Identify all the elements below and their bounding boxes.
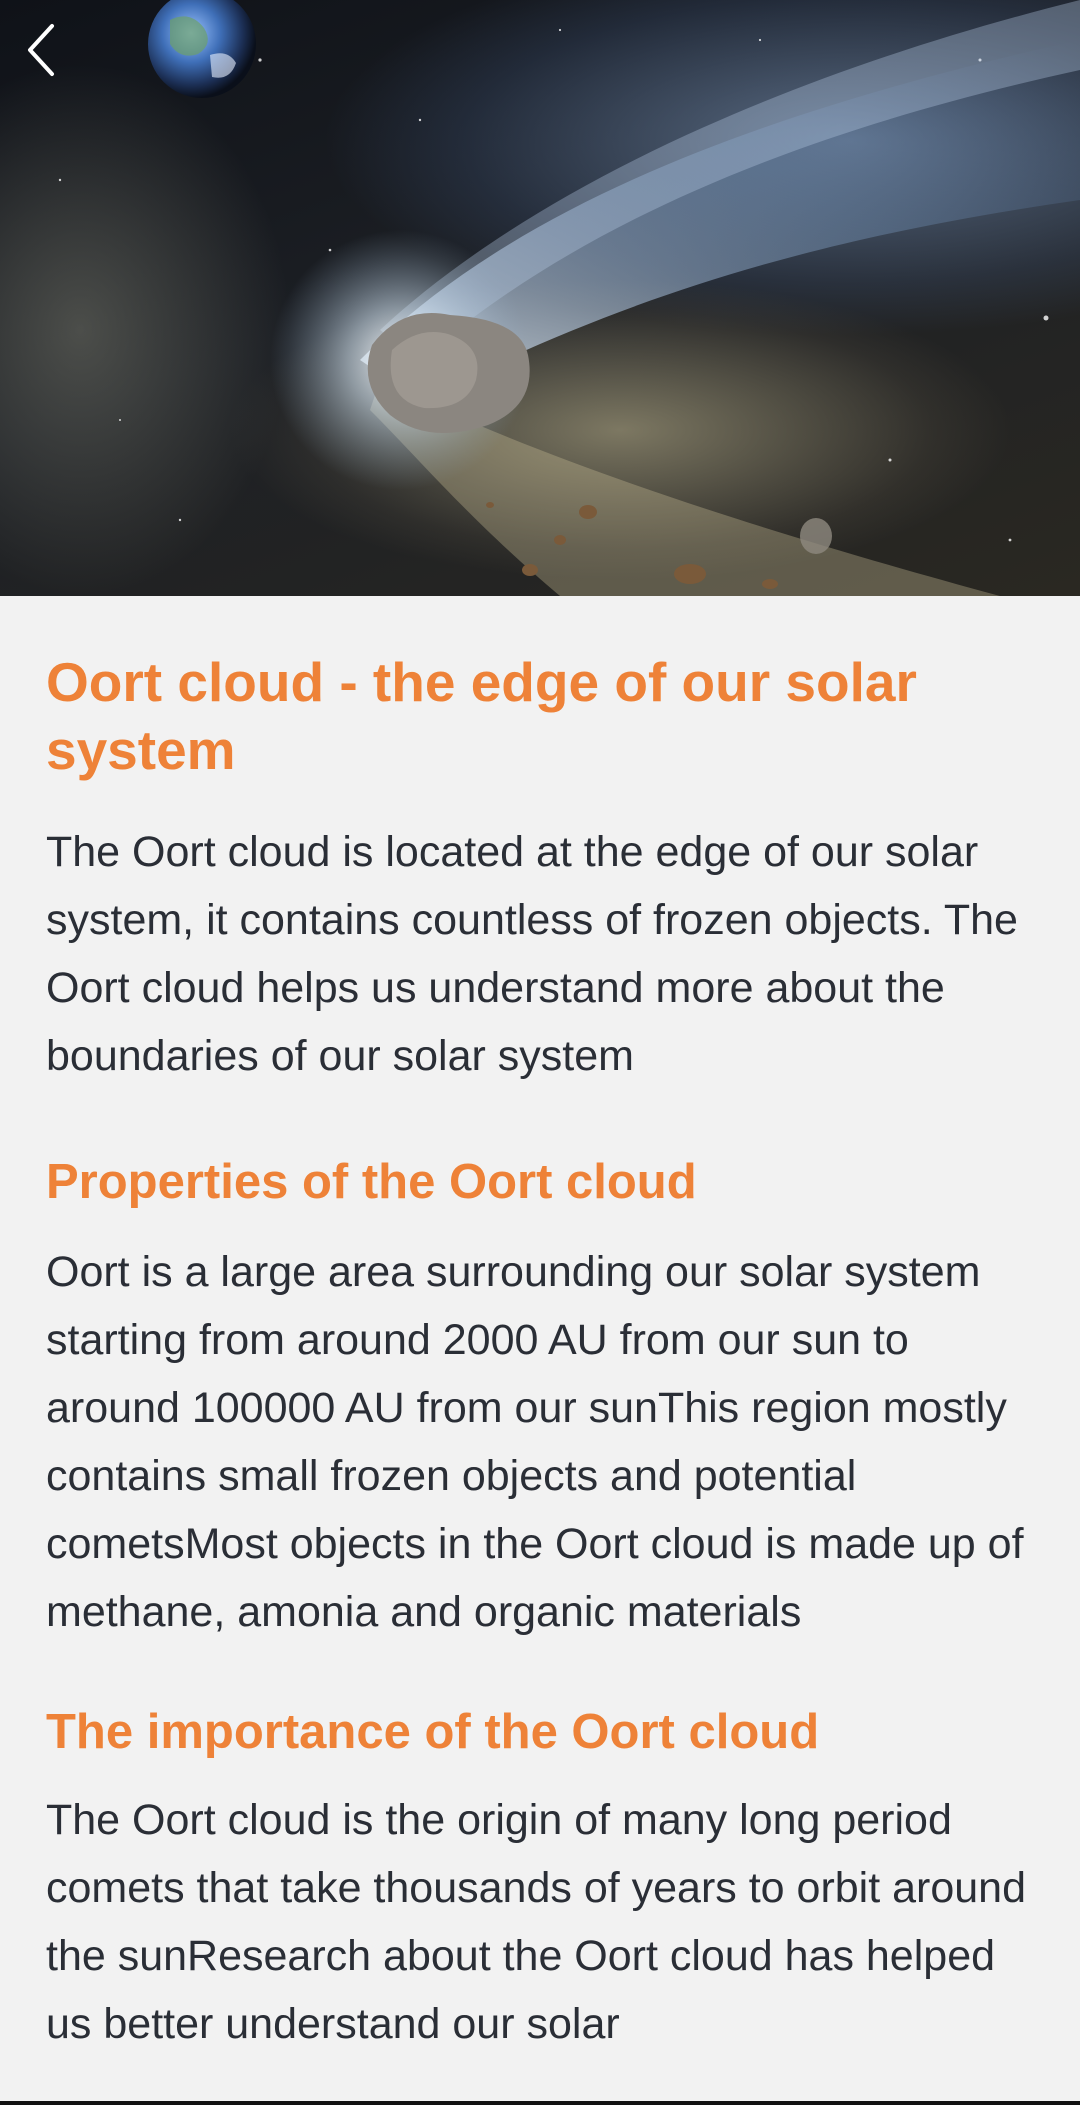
section-heading-properties: Properties of the Oort cloud bbox=[46, 1155, 697, 1209]
article-screen: Oort cloud - the edge of our solar syste… bbox=[0, 0, 1080, 2105]
chevron-left-icon bbox=[28, 24, 54, 76]
article-title: Oort cloud - the edge of our solar syste… bbox=[46, 651, 917, 781]
section-body-importance: The Oort cloud is the origin of many lon… bbox=[46, 1796, 1027, 2048]
bottom-edge bbox=[0, 2101, 1080, 2105]
hero-image bbox=[0, 0, 1080, 596]
article-content: Oort cloud - the edge of our solar syste… bbox=[46, 596, 1036, 2058]
section-body-properties: Oort is a large area surrounding our sol… bbox=[46, 1248, 1024, 1636]
section-heading-importance: The importance of the Oort cloud bbox=[46, 1705, 820, 1759]
article-intro: The Oort cloud is located at the edge of… bbox=[46, 828, 1018, 1080]
back-button[interactable] bbox=[22, 20, 92, 100]
comet-illustration bbox=[58, 0, 1080, 596]
